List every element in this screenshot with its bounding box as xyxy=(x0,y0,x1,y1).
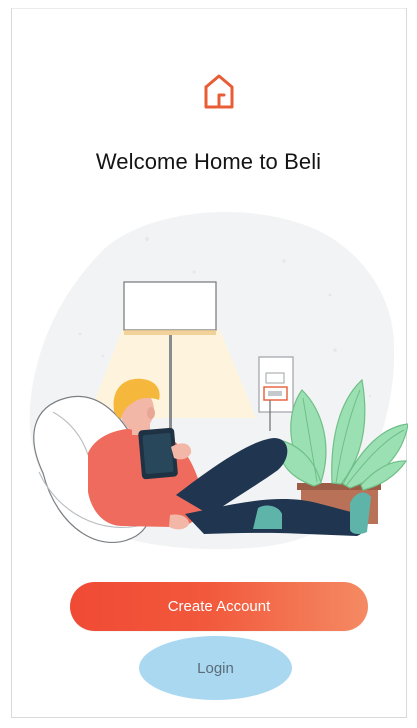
create-account-button[interactable]: Create Account xyxy=(70,582,368,631)
frame-bottom-border xyxy=(11,717,407,718)
house-icon xyxy=(198,71,240,113)
welcome-screen: Welcome Home to Beli Create Account Logi… xyxy=(0,0,417,728)
frame-top-border xyxy=(11,8,407,9)
home-lifestyle-illustration xyxy=(18,202,409,562)
frame-left-border xyxy=(11,8,12,718)
login-button[interactable]: Login xyxy=(139,636,292,700)
welcome-title: Welcome Home to Beli xyxy=(95,149,322,174)
